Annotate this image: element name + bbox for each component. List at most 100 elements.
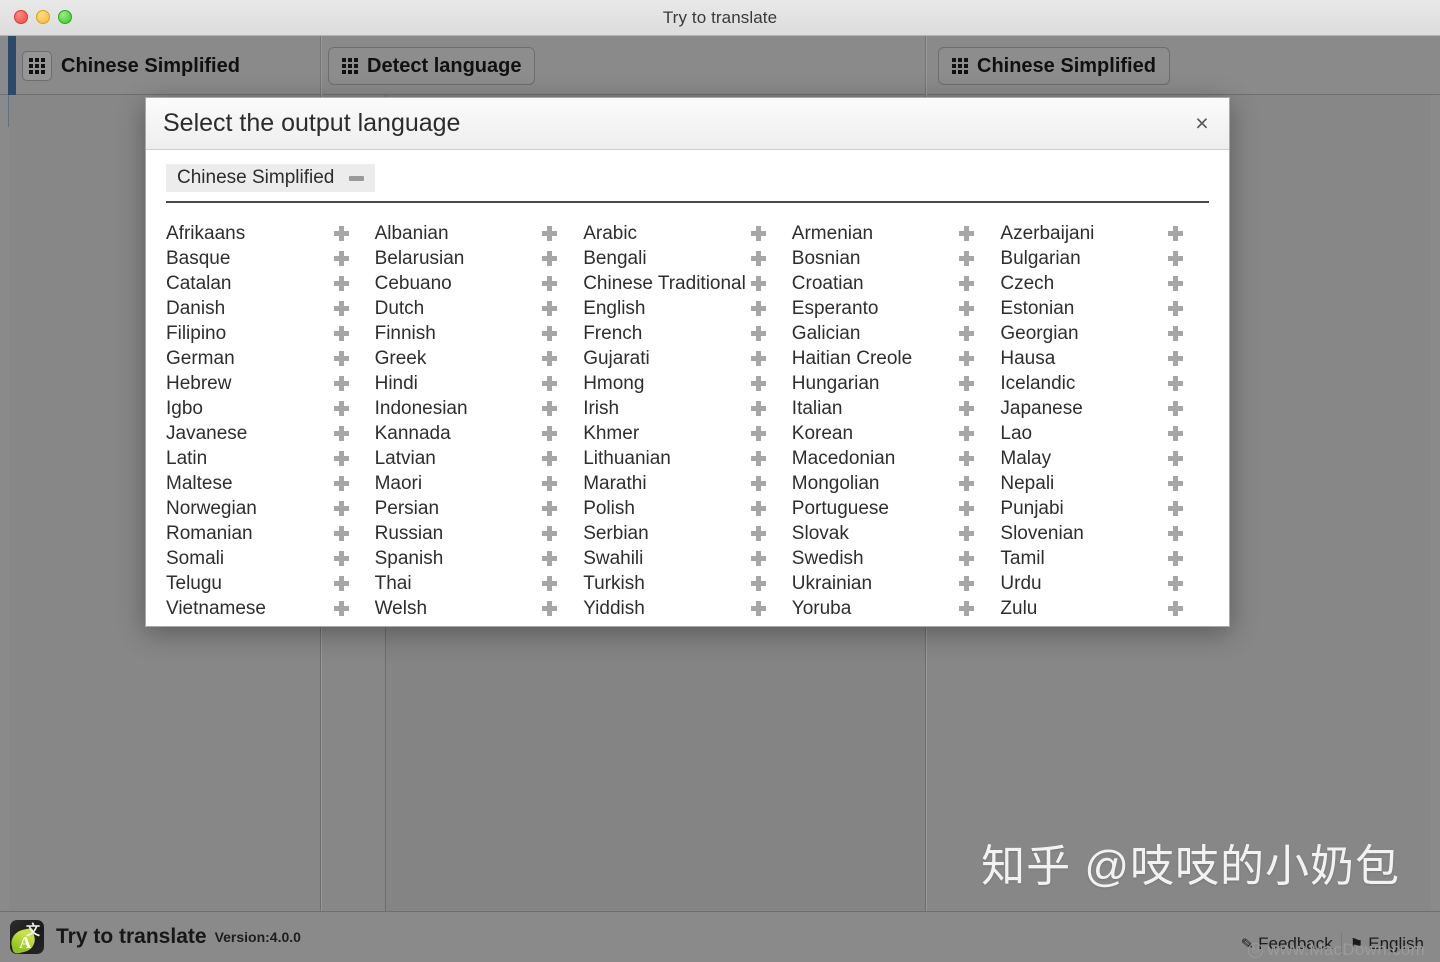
language-list-item[interactable]: Filipino — [166, 321, 375, 346]
language-list-item[interactable]: Polish — [583, 496, 792, 521]
source-language-button[interactable]: Chinese Simplified — [22, 47, 253, 85]
plus-icon[interactable] — [750, 351, 766, 366]
plus-icon[interactable] — [542, 501, 558, 516]
plus-icon[interactable] — [542, 301, 558, 316]
language-list-item[interactable]: Lao — [1000, 421, 1209, 446]
plus-icon[interactable] — [542, 451, 558, 466]
plus-icon[interactable] — [542, 601, 558, 616]
plus-icon[interactable] — [542, 476, 558, 491]
language-list-item[interactable]: Zulu — [1000, 596, 1209, 621]
language-list-item[interactable]: Estonian — [1000, 296, 1209, 321]
plus-icon[interactable] — [1168, 276, 1183, 291]
plus-icon[interactable] — [750, 476, 766, 491]
language-list-item[interactable]: Khmer — [583, 421, 792, 446]
language-list-item[interactable]: Mongolian — [792, 471, 1001, 496]
language-list-item[interactable]: Telugu — [166, 571, 375, 596]
plus-icon[interactable] — [959, 501, 975, 516]
plus-icon[interactable] — [1168, 226, 1183, 241]
language-list-item[interactable]: Greek — [375, 346, 584, 371]
plus-icon[interactable] — [542, 576, 558, 591]
plus-icon[interactable] — [1168, 301, 1183, 316]
zoom-window-icon[interactable] — [58, 10, 72, 24]
plus-icon[interactable] — [1168, 376, 1183, 391]
language-list-item[interactable]: Hmong — [583, 371, 792, 396]
language-list-item[interactable]: Maori — [375, 471, 584, 496]
plus-icon[interactable] — [1168, 326, 1183, 341]
plus-icon[interactable] — [1168, 351, 1183, 366]
language-list-item[interactable]: Indonesian — [375, 396, 584, 421]
plus-icon[interactable] — [542, 351, 558, 366]
language-list-item[interactable]: Bosnian — [792, 246, 1001, 271]
language-list-item[interactable]: Hindi — [375, 371, 584, 396]
target-language-button[interactable]: Chinese Simplified — [938, 47, 1170, 85]
plus-icon[interactable] — [542, 326, 558, 341]
plus-icon[interactable] — [959, 551, 975, 566]
plus-icon[interactable] — [542, 376, 558, 391]
language-list-item[interactable]: Hausa — [1000, 346, 1209, 371]
language-list-item[interactable]: Bulgarian — [1000, 246, 1209, 271]
language-list-item[interactable]: Armenian — [792, 221, 1001, 246]
minimize-window-icon[interactable] — [36, 10, 50, 24]
plus-icon[interactable] — [333, 451, 349, 466]
plus-icon[interactable] — [333, 251, 349, 266]
plus-icon[interactable] — [1168, 426, 1183, 441]
detect-language-button[interactable]: Detect language — [328, 47, 536, 85]
plus-icon[interactable] — [959, 401, 975, 416]
plus-icon[interactable] — [1168, 526, 1183, 541]
minus-icon[interactable] — [349, 175, 365, 181]
plus-icon[interactable] — [750, 401, 766, 416]
plus-icon[interactable] — [959, 476, 975, 491]
close-window-icon[interactable] — [14, 10, 28, 24]
plus-icon[interactable] — [1168, 576, 1183, 591]
language-list-item[interactable]: Spanish — [375, 546, 584, 571]
language-list-item[interactable]: Arabic — [583, 221, 792, 246]
language-list-item[interactable]: Lithuanian — [583, 446, 792, 471]
plus-icon[interactable] — [750, 501, 766, 516]
language-list-item[interactable]: Welsh — [375, 596, 584, 621]
language-list-item[interactable]: Hungarian — [792, 371, 1001, 396]
plus-icon[interactable] — [542, 526, 558, 541]
language-list-item[interactable]: Urdu — [1000, 571, 1209, 596]
language-list-item[interactable]: Vietnamese — [166, 596, 375, 621]
plus-icon[interactable] — [333, 526, 349, 541]
language-list-item[interactable]: Danish — [166, 296, 375, 321]
plus-icon[interactable] — [959, 301, 975, 316]
plus-icon[interactable] — [959, 276, 975, 291]
plus-icon[interactable] — [750, 301, 766, 316]
language-list-item[interactable]: Haitian Creole — [792, 346, 1001, 371]
plus-icon[interactable] — [1168, 451, 1183, 466]
plus-icon[interactable] — [1168, 501, 1183, 516]
plus-icon[interactable] — [1168, 601, 1183, 616]
plus-icon[interactable] — [750, 326, 766, 341]
language-list-item[interactable]: Slovak — [792, 521, 1001, 546]
language-list-item[interactable]: Albanian — [375, 221, 584, 246]
language-list-item[interactable]: Dutch — [375, 296, 584, 321]
language-list-item[interactable]: Hebrew — [166, 371, 375, 396]
language-list-item[interactable]: Japanese — [1000, 396, 1209, 421]
plus-icon[interactable] — [750, 526, 766, 541]
language-list-item[interactable]: Portuguese — [792, 496, 1001, 521]
plus-icon[interactable] — [959, 451, 975, 466]
plus-icon[interactable] — [333, 326, 349, 341]
language-list-item[interactable]: Cebuano — [375, 271, 584, 296]
plus-icon[interactable] — [333, 351, 349, 366]
language-list-item[interactable]: Korean — [792, 421, 1001, 446]
plus-icon[interactable] — [750, 426, 766, 441]
plus-icon[interactable] — [959, 351, 975, 366]
plus-icon[interactable] — [333, 476, 349, 491]
language-list-item[interactable]: Thai — [375, 571, 584, 596]
plus-icon[interactable] — [1168, 551, 1183, 566]
language-list-item[interactable]: Swahili — [583, 546, 792, 571]
language-list-item[interactable]: Persian — [375, 496, 584, 521]
language-list-item[interactable]: Maltese — [166, 471, 375, 496]
plus-icon[interactable] — [333, 426, 349, 441]
close-icon[interactable]: × — [1189, 111, 1215, 137]
language-list-item[interactable]: Georgian — [1000, 321, 1209, 346]
language-list-item[interactable]: Norwegian — [166, 496, 375, 521]
language-list-item[interactable]: Afrikaans — [166, 221, 375, 246]
plus-icon[interactable] — [333, 501, 349, 516]
plus-icon[interactable] — [750, 276, 766, 291]
language-list-item[interactable]: Icelandic — [1000, 371, 1209, 396]
language-list-item[interactable]: Esperanto — [792, 296, 1001, 321]
language-list-item[interactable]: Punjabi — [1000, 496, 1209, 521]
